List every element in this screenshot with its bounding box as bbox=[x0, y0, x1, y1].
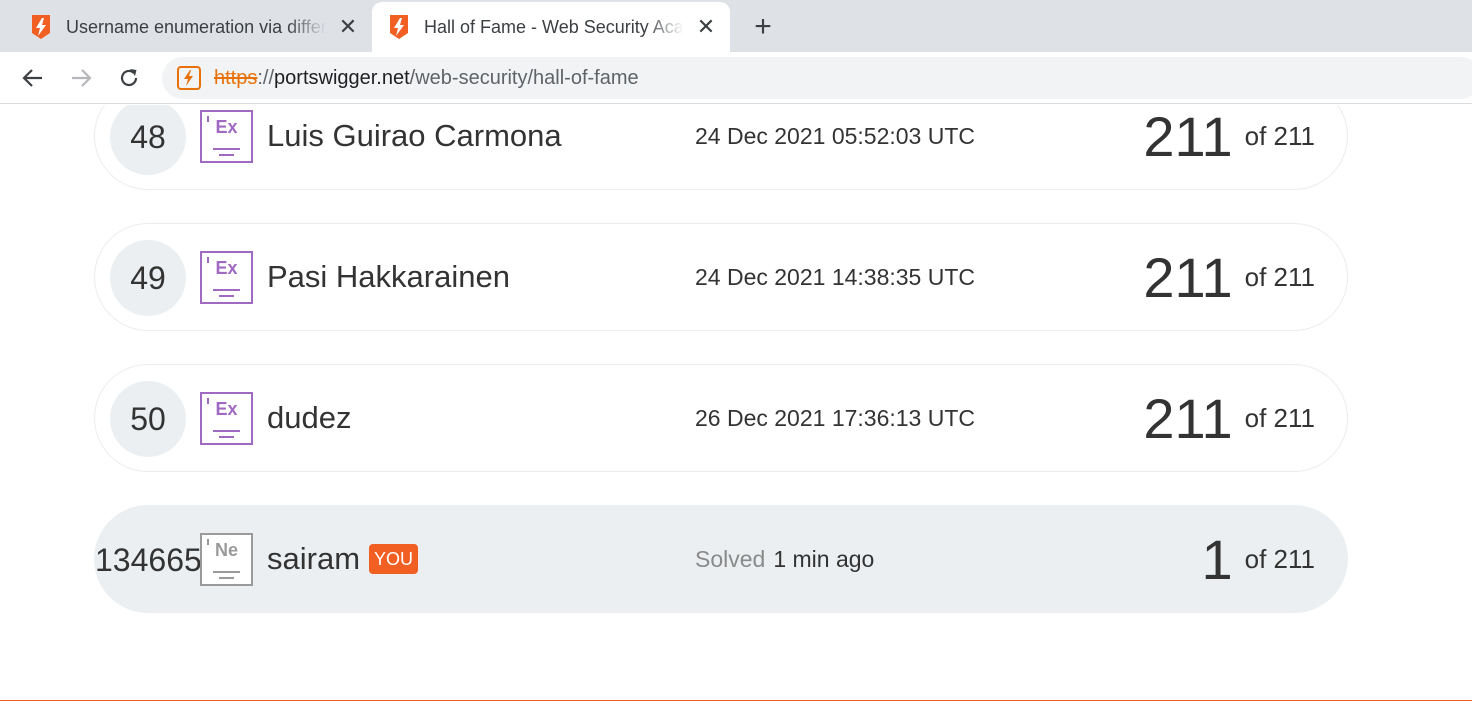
expert-badge-icon: Ex bbox=[200, 251, 253, 304]
solved-count: 211 bbox=[1143, 245, 1233, 309]
tab-strip: Username enumeration via differe ✕ Hall … bbox=[0, 0, 1472, 52]
you-badge: YOU bbox=[369, 544, 419, 574]
solved-count: 1 bbox=[1201, 527, 1233, 591]
completion-date: 26 Dec 2021 17:36:13 UTC bbox=[695, 404, 976, 431]
score: 211 of 211 bbox=[1143, 365, 1315, 471]
user-name: Luis Guirao Carmona bbox=[267, 118, 562, 153]
solved-label: Solved bbox=[695, 545, 766, 572]
badge-symbol: Ex bbox=[215, 399, 238, 419]
url-path: /web-security/hall-of-fame bbox=[409, 66, 639, 89]
forward-button[interactable] bbox=[65, 62, 97, 94]
tab-title: Hall of Fame - Web Security Acad bbox=[424, 16, 684, 37]
url-separator: :// bbox=[257, 66, 275, 89]
portswigger-lightning-icon[interactable] bbox=[176, 65, 202, 91]
user-name: sairam YOU bbox=[267, 506, 419, 612]
user-name: dudez bbox=[267, 400, 352, 435]
portswigger-lightning-icon bbox=[32, 15, 50, 39]
score: 1 of 211 bbox=[1201, 506, 1315, 612]
plus-icon[interactable]: + bbox=[746, 10, 780, 44]
rank-circle: 49 bbox=[110, 240, 186, 316]
leaderboard-row: 49 Ex Pasi Hakkarainen 24 Dec 2021 14:38… bbox=[94, 223, 1348, 331]
reload-button[interactable] bbox=[113, 62, 145, 94]
solved-time: 1 min ago bbox=[773, 545, 875, 572]
current-user-row: 134665 Ne sairam YOU Solved 1 min ago 1 … bbox=[94, 505, 1348, 613]
total-count: of 211 bbox=[1244, 120, 1315, 151]
tab-username-enumeration[interactable]: Username enumeration via differe ✕ bbox=[14, 2, 372, 52]
arrow-left-icon bbox=[22, 69, 42, 87]
portswigger-lightning-icon bbox=[390, 15, 408, 39]
arrow-right-icon bbox=[72, 69, 92, 87]
badge-symbol: Ne bbox=[214, 540, 238, 560]
url-host: portswigger.net bbox=[274, 66, 410, 89]
leaderboard-row: 48 Ex Luis Guirao Carmona 24 Dec 2021 05… bbox=[94, 105, 1348, 190]
score: 211 of 211 bbox=[1143, 105, 1315, 189]
hall-of-fame-list: 48 Ex Luis Guirao Carmona 24 Dec 2021 05… bbox=[0, 105, 1472, 701]
total-count: of 211 bbox=[1244, 543, 1315, 574]
rank-circle: 50 bbox=[110, 381, 186, 457]
close-icon[interactable]: ✕ bbox=[332, 11, 364, 43]
leaderboard-row: 50 Ex dudez 26 Dec 2021 17:36:13 UTC 211… bbox=[94, 364, 1348, 472]
user-rank: 134665 bbox=[95, 541, 202, 578]
badge-symbol: Ex bbox=[215, 117, 238, 137]
browser-toolbar: https://portswigger.net/web-security/hal… bbox=[0, 52, 1472, 104]
completion-date: 24 Dec 2021 14:38:35 UTC bbox=[695, 263, 976, 290]
solved-count: 211 bbox=[1143, 386, 1233, 450]
completion-date: 24 Dec 2021 05:52:03 UTC bbox=[695, 122, 976, 149]
total-count: of 211 bbox=[1244, 402, 1315, 433]
rank-circle: 48 bbox=[110, 105, 186, 175]
close-icon[interactable]: ✕ bbox=[690, 11, 722, 43]
url-scheme: https bbox=[214, 66, 258, 89]
expert-badge-icon: Ex bbox=[200, 110, 253, 163]
expert-badge-icon: Ex bbox=[200, 392, 253, 445]
tab-title: Username enumeration via differe bbox=[66, 16, 326, 37]
back-button[interactable] bbox=[17, 62, 49, 94]
url-text: https://portswigger.net/web-security/hal… bbox=[214, 67, 639, 90]
reload-icon bbox=[120, 69, 138, 87]
solved-status: Solved 1 min ago bbox=[695, 506, 874, 612]
badge-symbol: Ex bbox=[215, 258, 238, 278]
solved-count: 211 bbox=[1143, 105, 1233, 168]
user-name-text: sairam bbox=[267, 541, 361, 576]
tab-hall-of-fame[interactable]: Hall of Fame - Web Security Acad ✕ bbox=[372, 2, 730, 52]
total-count: of 211 bbox=[1244, 261, 1315, 292]
newbie-badge-icon: Ne bbox=[200, 533, 253, 586]
user-name: Pasi Hakkarainen bbox=[267, 259, 510, 294]
address-bar[interactable]: https://portswigger.net/web-security/hal… bbox=[162, 57, 1472, 99]
score: 211 of 211 bbox=[1143, 224, 1315, 330]
